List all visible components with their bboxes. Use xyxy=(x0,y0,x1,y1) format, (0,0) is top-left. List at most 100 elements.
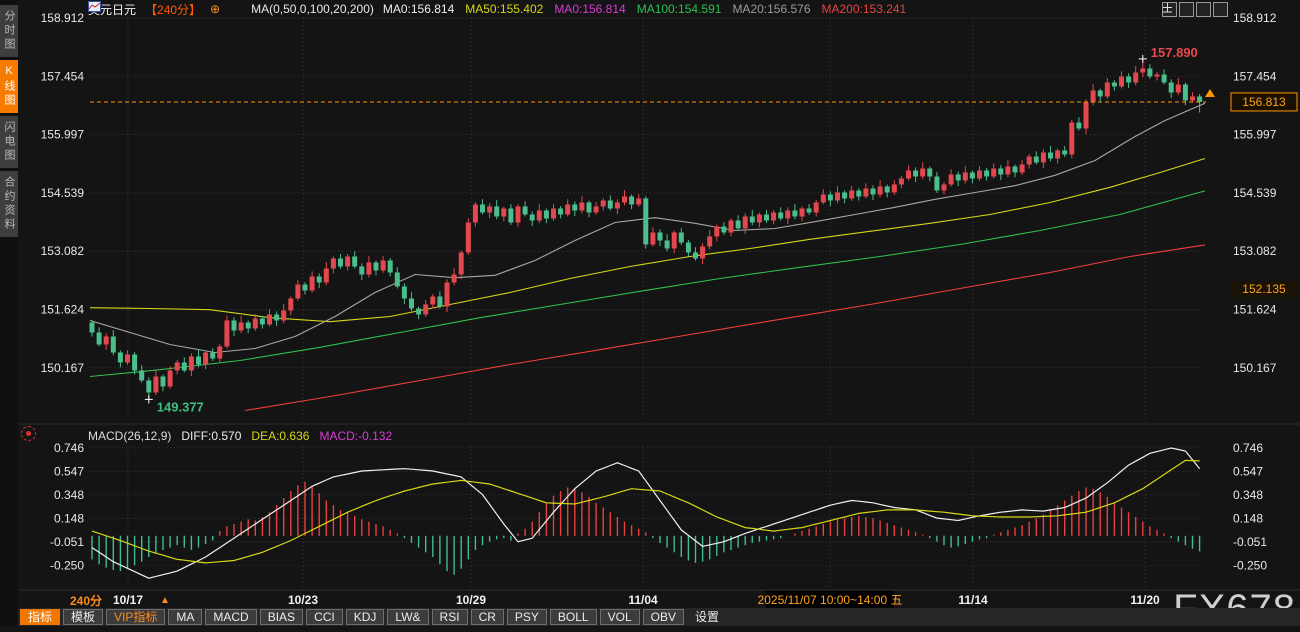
candle-body xyxy=(636,198,641,204)
toolbar-tab-模板[interactable]: 模板 xyxy=(63,609,103,625)
candle-body xyxy=(473,204,478,222)
candle-body xyxy=(430,296,435,304)
secondary-price-label: 152.135 xyxy=(1242,282,1286,296)
price-axis-label-left: 154.539 xyxy=(41,186,85,200)
candle-body xyxy=(217,346,222,358)
candle-body xyxy=(714,226,719,236)
sidebar-tab-time-chart[interactable]: 分时图 xyxy=(0,5,18,57)
toolbar-tab-OBV[interactable]: OBV xyxy=(643,609,684,625)
toolbar-tab-CCI[interactable]: CCI xyxy=(306,609,343,625)
price-axis-label-right: 154.539 xyxy=(1233,186,1277,200)
indicator-target-icon[interactable] xyxy=(21,426,36,441)
candle-body xyxy=(352,256,357,266)
candle-body xyxy=(984,170,989,176)
expand-arrow-icon[interactable]: ▲ xyxy=(160,595,170,606)
candle-body xyxy=(849,190,854,198)
toolbar-tab-VOL[interactable]: VOL xyxy=(600,609,640,625)
candle-body xyxy=(565,204,570,214)
scale-axis-right-icon[interactable] xyxy=(1196,2,1211,17)
candle-body xyxy=(189,356,194,370)
sidebar-tab-contract-info[interactable]: 合约资料 xyxy=(0,171,18,237)
shift-right-icon[interactable] xyxy=(1213,2,1228,17)
candle-body xyxy=(1169,82,1174,92)
ma-legend-item-5: MA200:153.241 xyxy=(822,2,907,16)
candle-body xyxy=(232,320,237,330)
toolbar-tab-LW&[interactable]: LW& xyxy=(387,609,428,625)
candle-body xyxy=(168,370,173,386)
macd-axis-label-right: 0.348 xyxy=(1233,488,1263,502)
candle-body xyxy=(594,206,599,212)
candle-body xyxy=(331,258,336,268)
scale-axis-up-icon[interactable] xyxy=(1179,2,1194,17)
toolbar-tab-CR[interactable]: CR xyxy=(471,609,504,625)
crosshair-icon[interactable]: ⊕ xyxy=(210,2,220,16)
macd-axis-label-right: 0.746 xyxy=(1233,441,1263,455)
toolbar-tab-指标[interactable]: 指标 xyxy=(20,609,60,625)
candle-body xyxy=(1155,74,1160,76)
candle-body xyxy=(388,260,393,272)
candle-body xyxy=(835,192,840,200)
sidebar-tab-lightning-chart[interactable]: 闪电图 xyxy=(0,116,18,168)
candle-body xyxy=(558,208,563,214)
candle-body xyxy=(792,210,797,216)
toolbar-tab-VIP指标[interactable]: VIP指标 xyxy=(106,609,165,625)
candle-body xyxy=(516,206,521,222)
candle-body xyxy=(643,198,648,244)
toolbar-tab-设置[interactable]: 设置 xyxy=(687,609,727,625)
candle-body xyxy=(317,276,322,282)
candle-body xyxy=(90,322,95,332)
candle-body xyxy=(409,298,414,308)
date-tick-label: 11/14 xyxy=(958,593,988,607)
timeframe-label[interactable]: 【240分】 xyxy=(145,1,201,18)
price-axis-label-right: 157.454 xyxy=(1233,69,1277,83)
candle-body xyxy=(1105,82,1110,96)
candle-body xyxy=(1027,156,1032,164)
chart-canvas[interactable]: 156.813152.135157.890149.377158.912158.9… xyxy=(0,0,1300,626)
toolbar-tab-MACD[interactable]: MACD xyxy=(205,609,256,625)
candle-body xyxy=(572,204,577,210)
candle-body xyxy=(871,188,876,194)
price-axis-label-right: 153.082 xyxy=(1233,244,1277,258)
candle-body xyxy=(544,210,549,218)
bottom-timeframe[interactable]: 240分 ▲ xyxy=(70,592,170,609)
candle-body xyxy=(210,352,215,358)
candle-body xyxy=(785,210,790,218)
toolbar-tab-RSI[interactable]: RSI xyxy=(432,609,468,625)
chart-type-icon[interactable] xyxy=(229,4,242,15)
macd-dea-line xyxy=(92,460,1200,563)
candle-body xyxy=(622,196,627,202)
candle-body xyxy=(700,246,705,258)
toolbar-tab-KDJ[interactable]: KDJ xyxy=(346,609,385,625)
candle-body xyxy=(1013,166,1018,172)
candle-body xyxy=(530,214,535,220)
toolbar-tab-BIAS[interactable]: BIAS xyxy=(260,609,303,625)
toolbar-tab-MA[interactable]: MA xyxy=(168,609,202,625)
toolbar-tab-BOLL[interactable]: BOLL xyxy=(550,609,597,625)
candle-body xyxy=(629,196,634,204)
candle-body xyxy=(139,370,144,380)
candle-body xyxy=(1140,68,1145,72)
toolbar-tab-PSY[interactable]: PSY xyxy=(507,609,547,625)
candle-body xyxy=(203,352,208,364)
candle-body xyxy=(814,202,819,212)
candle-body xyxy=(416,308,421,314)
candle-body xyxy=(508,208,513,222)
candle-body xyxy=(423,304,428,314)
macd-axis-label-left: -0.051 xyxy=(50,535,84,549)
ma-legend-item-3: MA100:154.591 xyxy=(637,2,722,16)
charting-app: FX678 156.813152.135157.890149.377158.91… xyxy=(0,0,1300,626)
candle-body xyxy=(1091,90,1096,102)
candle-body xyxy=(1197,96,1202,101)
candle-body xyxy=(615,202,620,208)
ma-legend: MA0:156.814MA50:155.402MA0:156.814MA100:… xyxy=(383,2,906,16)
candle-body xyxy=(658,232,663,240)
candle-body xyxy=(1176,84,1181,92)
candle-body xyxy=(253,318,258,328)
candle-body xyxy=(1069,122,1074,154)
candle-body xyxy=(998,168,1003,174)
macd-axis-label-left: 0.547 xyxy=(54,464,84,478)
sidebar-tab-kline-chart[interactable]: K线图 xyxy=(0,60,18,113)
candle-body xyxy=(672,232,677,248)
candle-body xyxy=(374,262,379,270)
candle-body xyxy=(707,236,712,246)
